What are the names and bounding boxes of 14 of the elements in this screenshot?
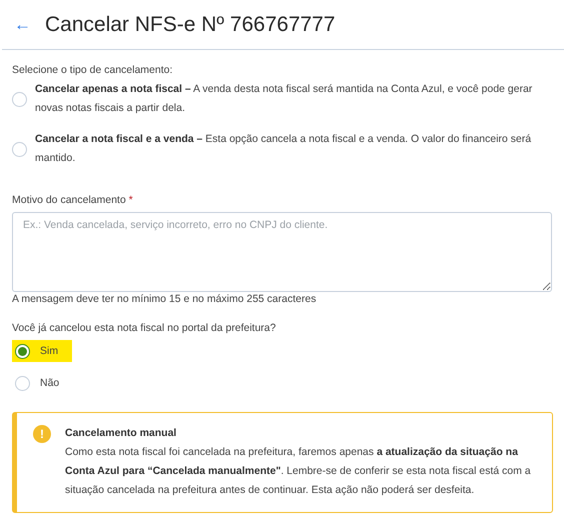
option-label: Não (40, 377, 60, 389)
option-label: Cancelar apenas a nota fiscal – A venda desta nota fiscal será mantida na Conta Azul, e você pode gerar novas notas fiscais a partir dela. (35, 82, 534, 116)
back-button[interactable]: ← (14, 14, 31, 34)
question-label: Você já cancelou esta nota fiscal no portal da prefeitura? (12, 321, 277, 336)
section-label: Selecione o tipo de cancelamento: (12, 63, 174, 78)
warning-icon: ! (33, 425, 51, 443)
field-label: Motivo do cancelamento * (12, 193, 134, 208)
option-label: Sim (40, 345, 58, 357)
alert-title: Cancelamento manual (65, 426, 178, 441)
option-label: Cancelar a nota fiscal e a venda – Esta opção cancela a nota fiscal e a venda. O valor do financeiro será mantido. (35, 132, 532, 166)
hint-text: A mensagem deve ter no mínimo 15 e no máximo 255 caracteres (12, 292, 318, 306)
alert-text: Como esta nota fiscal foi cancelada na prefeitura, faremos apenas a atualização da situação na Conta Azul para “Cancelada manualmente". Lembre-se de conferir se esta nota fiscal está com a situação cancelada na prefeitura antes de continuar. Esta ação não poderá ser desfeita. (65, 445, 532, 498)
reason-field[interactable]: Ex.: Venda cancelada, serviço incorreto, erro no CNPJ do cliente. (12, 212, 552, 292)
page-title: Cancelar NFS-e Nº 766767777 (45, 12, 336, 36)
